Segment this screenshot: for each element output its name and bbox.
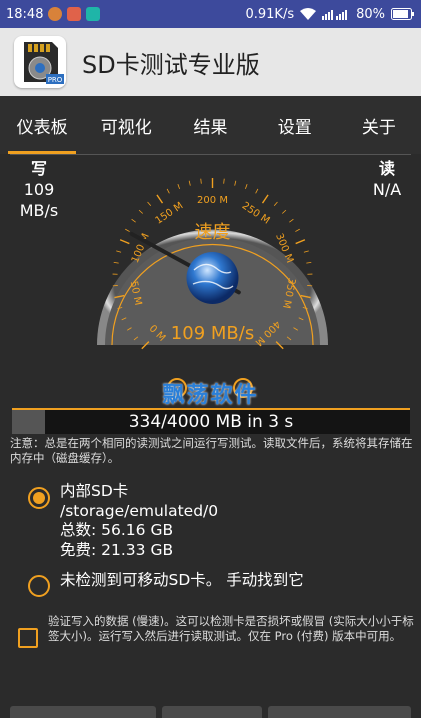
internal-card-path: /storage/emulated/0 — [60, 501, 219, 520]
battery-icon — [391, 8, 414, 20]
write-label: 写 — [30, 159, 47, 178]
app-bar: PRO SD卡测试专业版 — [0, 28, 421, 96]
gauge-minor-tick — [200, 178, 202, 184]
write-speed-panel: 写 109 MB/s — [14, 158, 64, 221]
gauge-tick-label: 150 M — [154, 200, 186, 226]
wifi-icon — [300, 8, 317, 20]
tab-about[interactable]: 关于 — [337, 96, 421, 154]
radio-removable-card[interactable] — [28, 575, 50, 597]
verify-data-text: 验证写入的数据 (慢速)。这可以检测卡是否损坏或假冒 (实际大小小于标签大小)。… — [48, 614, 414, 643]
read-label: 读 — [378, 159, 395, 178]
scan-icon — [86, 7, 101, 21]
internal-card-free: 免费: 21.33 GB — [60, 540, 174, 559]
gauge-minor-tick — [281, 209, 287, 214]
verify-data-checkbox[interactable] — [18, 628, 38, 648]
internal-card-name: 内部SD卡 — [60, 482, 129, 500]
signal-icon — [322, 10, 348, 20]
tab-divider — [10, 154, 411, 155]
globe-icon — [186, 252, 239, 304]
status-bar: 18:48 0.91K/s 80% — [0, 0, 421, 28]
gauge-minor-tick — [113, 261, 119, 264]
read-speed-panel: 读 N/A — [367, 158, 407, 200]
progress-text: 334/4000 MB in 3 s — [128, 412, 294, 432]
write-value: 109 — [23, 180, 55, 199]
tab-settings[interactable]: 设置 — [253, 96, 337, 154]
speed-gauge: 0 M50 M100 M150 M 200 M 250 M300 M350 M400… — [97, 178, 328, 350]
bottom-button-right[interactable] — [268, 706, 411, 718]
read-value: N/A — [372, 180, 402, 199]
gauge-minor-tick — [131, 218, 136, 223]
gauge-major-tick — [261, 194, 269, 204]
network-speed: 0.91K/s — [245, 6, 295, 22]
watermark-text: 飘荡软件 — [162, 383, 259, 408]
bottom-button-left[interactable] — [10, 706, 156, 718]
gauge-minor-tick — [295, 228, 300, 232]
tab-visualization[interactable]: 可视化 — [84, 96, 168, 154]
gauge-minor-tick — [234, 180, 237, 186]
test-progress-bar: 334/4000 MB in 3 s — [12, 408, 410, 434]
download-icon — [67, 7, 82, 21]
battery-percent: 80% — [356, 6, 385, 22]
radio-internal-card[interactable] — [28, 487, 50, 509]
gauge-major-tick — [295, 239, 306, 245]
gauge-minor-tick — [289, 218, 294, 223]
gauge-minor-tick — [147, 201, 152, 207]
pro-badge: PRO — [48, 76, 63, 84]
gauge-tick-label: 200 M — [197, 195, 228, 206]
gauge-minor-tick — [306, 261, 312, 264]
notification-app-icon — [48, 7, 63, 21]
gauge-minor-tick — [166, 188, 170, 194]
tab-dashboard[interactable]: 仪表板 — [0, 96, 84, 154]
gauge-title: 速度 — [195, 222, 231, 243]
tab-bar: 仪表板 可视化 结果 设置 关于 — [0, 96, 421, 154]
write-unit: MB/s — [19, 201, 59, 220]
gauge-minor-tick — [303, 250, 309, 253]
gauge-minor-tick — [223, 178, 225, 184]
gauge-tick-label: 250 M — [240, 200, 272, 226]
gauge-major-tick — [156, 194, 164, 204]
internal-card-info[interactable]: 内部SD卡 /storage/emulated/0 总数: 56.16 GB 免… — [60, 482, 218, 560]
status-time: 18:48 — [6, 6, 44, 22]
gauge-major-tick — [119, 239, 130, 245]
bottom-button-middle[interactable] — [162, 706, 262, 718]
sd-card-icon: PRO — [14, 36, 66, 88]
removable-card-text[interactable]: 未检测到可移动SD卡。 手动找到它 — [60, 568, 304, 590]
gauge-minor-tick — [177, 184, 180, 190]
app-title: SD卡测试专业版 — [82, 50, 260, 79]
gauge-minor-tick — [125, 228, 130, 232]
gauge-minor-tick — [255, 188, 259, 194]
gauge-reading: 109 MB/s — [171, 323, 254, 344]
gauge-minor-tick — [245, 184, 248, 190]
gauge-minor-tick — [138, 209, 144, 214]
tab-results[interactable]: 结果 — [168, 96, 252, 154]
internal-card-total: 总数: 56.16 GB — [60, 521, 174, 539]
gauge-minor-tick — [273, 201, 278, 207]
gauge-minor-tick — [188, 180, 191, 186]
note-text: 注意：总是在两个相同的读测试之间运行写测试。读取文件后，系统将其存储在内存中（磁… — [10, 436, 413, 465]
gauge-minor-tick — [116, 250, 122, 253]
